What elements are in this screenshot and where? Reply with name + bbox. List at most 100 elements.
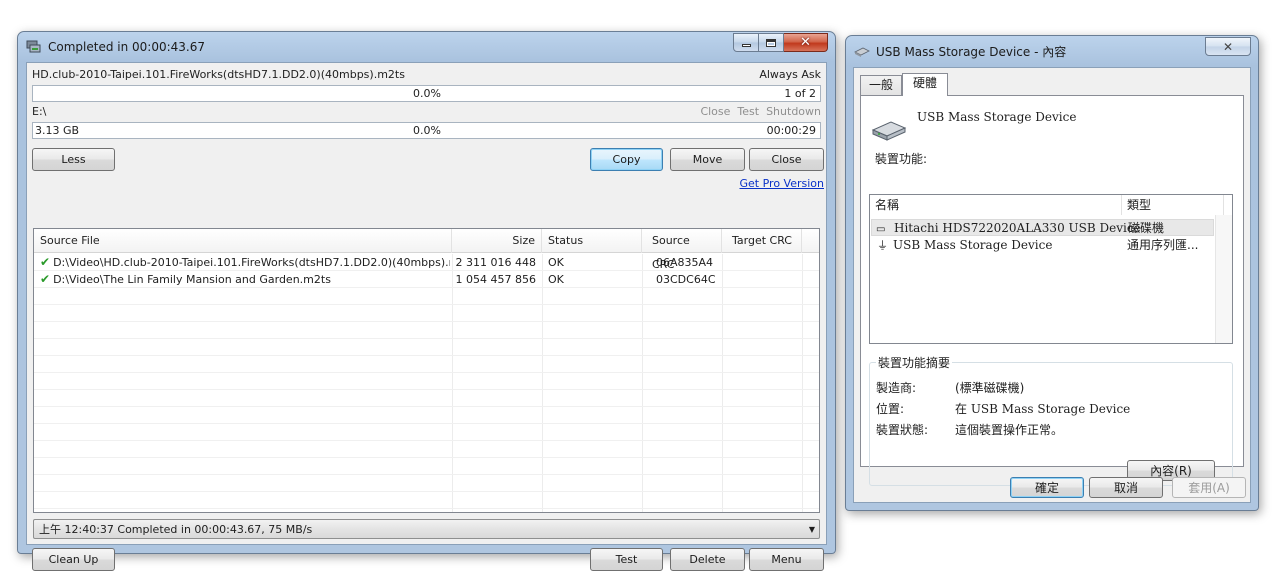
file-progress-bar: 0.0% 1 of 2 [32, 85, 821, 102]
close-icon: ✕ [1222, 39, 1234, 54]
function-type: 磁碟機 [1128, 221, 1165, 235]
target-crc-cell [732, 271, 798, 288]
minimize-button[interactable] [733, 33, 759, 52]
move-button[interactable]: Move [670, 148, 745, 171]
maximize-button[interactable] [759, 33, 784, 52]
function-name: USB Mass Storage Device [893, 238, 1053, 252]
check-icon: ✔ [40, 255, 51, 269]
title-bar[interactable]: USB Mass Storage Device - 內容 [846, 36, 1258, 66]
title-bar[interactable]: Completed in 00:00:43.67 [18, 32, 835, 62]
after-actions: Close Test Shutdown [700, 105, 821, 118]
file-list[interactable]: Source File Size Status Source CRC Targe… [33, 228, 820, 513]
clean-up-button[interactable]: Clean Up [32, 548, 115, 571]
close-button[interactable]: Close [749, 148, 824, 171]
status-cell: OK [548, 273, 564, 286]
maximize-icon [766, 38, 776, 47]
source-file-cell: ✔ D:\Video\The Lin Family Mansion and Gar… [40, 271, 450, 288]
after-shutdown-option[interactable]: Shutdown [766, 105, 821, 118]
column-type[interactable]: 類型 [1122, 195, 1224, 215]
usb-drive-icon [854, 47, 870, 57]
size-cell: 2 311 016 448 [455, 256, 536, 269]
status-cell: OK [548, 256, 564, 269]
tab-hardware[interactable]: 硬體 [902, 73, 949, 96]
file-counter: 1 of 2 [784, 87, 816, 100]
file-list-header: Source File Size Status Source CRC Targe… [34, 229, 819, 271]
tab-general[interactable]: 一般 [860, 75, 903, 95]
list-item[interactable]: ⏚ USB Mass Storage Device 通用序列匯... [871, 237, 1214, 254]
manufacturer-value: (標準磁碟機) [955, 381, 1025, 395]
status-value: 這個裝置操作正常。 [955, 423, 1064, 437]
location-value: 在 USB Mass Storage Device [955, 402, 1131, 416]
table-row[interactable]: ✔ D:\Video\The Lin Family Mansion and Gar… [34, 271, 819, 288]
functions-label: 裝置功能: [875, 152, 928, 166]
empty-row [34, 458, 819, 475]
dropdown-arrow-icon: ▼ [808, 525, 815, 534]
target-row: E:\ Close Test Shutdown [32, 105, 821, 119]
after-test-option[interactable]: Test [737, 105, 759, 118]
apply-button[interactable]: 套用(A) [1172, 477, 1246, 498]
ok-button[interactable]: 確定 [1010, 477, 1084, 498]
test-button[interactable]: Test [590, 548, 663, 571]
hard-drive-icon: ▭ [876, 224, 886, 235]
empty-row [34, 441, 819, 458]
empty-row [34, 407, 819, 424]
close-icon: ✕ [800, 35, 811, 50]
empty-row [34, 373, 819, 390]
source-crc-cell: 06A835A4 [656, 256, 714, 269]
close-window-button[interactable]: ✕ [1205, 37, 1251, 56]
target-path: E:\ [32, 105, 47, 118]
column-name[interactable]: 名稱 [870, 195, 1122, 215]
size-cell: 1 054 457 856 [455, 273, 536, 286]
source-file-cell: ✔ D:\Video\HD.club-2010-Taipei.101.FireWo… [40, 254, 450, 271]
location-label: 位置: [876, 402, 905, 416]
file-rows: ✔ D:\Video\HD.club-2010-Taipei.101.FireWo… [34, 254, 819, 512]
total-size: 3.13 GB [35, 124, 80, 137]
device-functions-list[interactable]: 名稱 類型 ▭ Hitachi HDS722020ALA330 USB Devi… [869, 194, 1233, 344]
delete-button[interactable]: Delete [670, 548, 745, 571]
log-dropdown[interactable]: 上午 12:40:37 Completed in 00:00:43.67, 75… [33, 519, 820, 539]
usb-plug-icon: ⏚ [877, 239, 888, 252]
menu-button[interactable]: Menu [749, 548, 824, 571]
properties-window: USB Mass Storage Device - 內容 ✕ 一般 硬體 USB… [845, 35, 1259, 511]
cancel-button[interactable]: 取消 [1089, 477, 1163, 498]
copy-button[interactable]: Copy [590, 148, 663, 171]
total-progress-text: 0.0% [413, 124, 441, 137]
teracopy-icon [26, 40, 41, 53]
empty-row [34, 305, 819, 322]
less-button[interactable]: Less [32, 148, 115, 171]
empty-row [34, 424, 819, 441]
close-window-button[interactable]: ✕ [784, 33, 828, 52]
minimize-icon [741, 44, 751, 47]
get-pro-version-link[interactable]: Get Pro Version [740, 177, 825, 190]
source-filename: HD.club-2010-Taipei.101.FireWorks(dtsHD7… [32, 68, 405, 81]
hard-drive-icon [871, 121, 907, 141]
source-crc-cell: 03CDC64C [656, 273, 716, 286]
column-target-crc[interactable]: Target CRC [722, 229, 802, 253]
source-row: HD.club-2010-Taipei.101.FireWorks(dtsHD7… [32, 68, 821, 82]
properties-client: 一般 硬體 USB Mass Storage Device 裝置功能: 名稱 類… [853, 67, 1251, 503]
empty-row [34, 339, 819, 356]
file-progress-text: 0.0% [413, 87, 441, 100]
column-source-file[interactable]: Source File [34, 229, 452, 253]
empty-row [34, 288, 819, 305]
window-title: USB Mass Storage Device - 內容 [876, 44, 1067, 59]
caption-buttons: ✕ [733, 33, 828, 52]
function-type: 通用序列匯... [1127, 238, 1199, 252]
empty-row [34, 356, 819, 373]
list-item[interactable]: ▭ Hitachi HDS722020ALA330 USB Device 磁碟機 [871, 219, 1214, 236]
check-icon: ✔ [40, 272, 51, 286]
column-source-crc[interactable]: Source CRC [642, 229, 722, 271]
hardware-tab-panel: USB Mass Storage Device 裝置功能: 名稱 類型 ▭ Hi… [860, 95, 1244, 486]
empty-row [34, 475, 819, 492]
log-status-text: 上午 12:40:37 Completed in 00:00:43.67, 75… [39, 523, 313, 536]
total-progress-bar: 3.13 GB 0.0% 00:00:29 [32, 122, 821, 139]
after-close-option[interactable]: Close [700, 105, 730, 118]
column-size[interactable]: Size [452, 229, 542, 253]
column-status[interactable]: Status [542, 229, 642, 253]
file-path: D:\Video\HD.club-2010-Taipei.101.FireWor… [53, 256, 450, 269]
target-crc-cell [732, 254, 798, 271]
table-row[interactable]: ✔ D:\Video\HD.club-2010-Taipei.101.FireWo… [34, 254, 819, 271]
device-name: USB Mass Storage Device [917, 110, 1077, 124]
overwrite-mode-link[interactable]: Always Ask [759, 68, 821, 81]
vertical-scrollbar[interactable] [1215, 215, 1232, 343]
